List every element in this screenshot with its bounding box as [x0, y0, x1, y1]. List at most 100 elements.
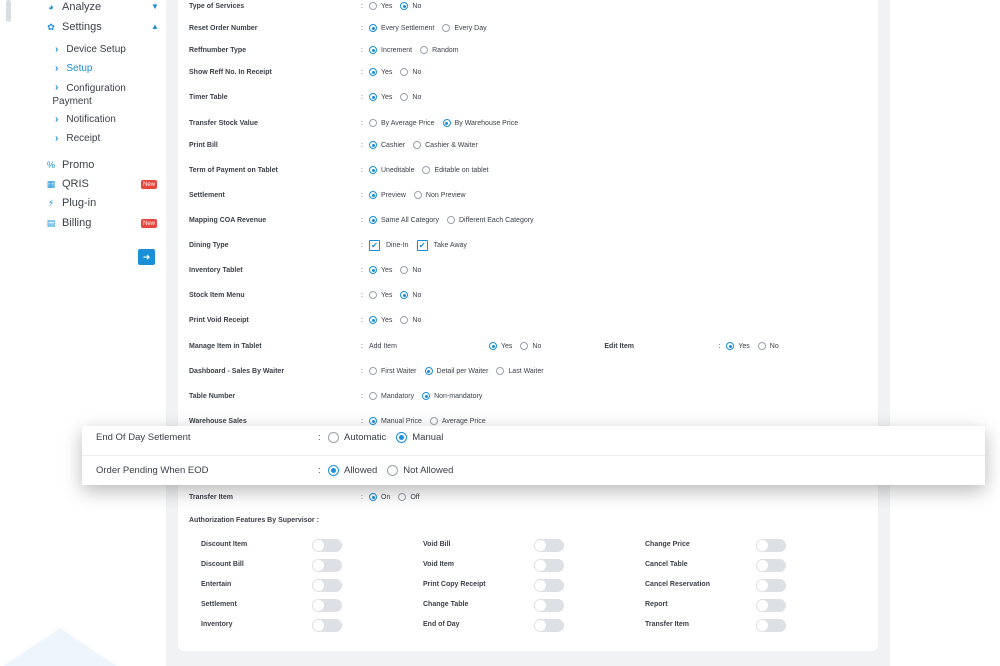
setting-option[interactable]: Yes: [369, 68, 392, 76]
auth-feature-toggle[interactable]: [534, 599, 564, 612]
auth-feature-toggle[interactable]: [534, 539, 564, 552]
dining-type-checkbox[interactable]: ✔ Take Away: [416, 239, 467, 251]
radio-selected[interactable]: [369, 316, 377, 324]
sidebar-scrollbar[interactable]: [6, 0, 11, 22]
collapse-sidebar-button[interactable]: ➜: [138, 249, 155, 265]
radio[interactable]: [420, 46, 429, 54]
setting-option[interactable]: Every Day: [442, 24, 487, 32]
eod-automatic-option[interactable]: Automatic: [328, 431, 386, 443]
auth-feature-toggle[interactable]: [756, 619, 786, 632]
sidebar-sub-device-setup[interactable]: › Device Setup: [55, 44, 126, 56]
sidebar-item-analyze[interactable]: ◕ Analyze: [46, 0, 101, 16]
radio[interactable]: [442, 24, 451, 32]
sidebar-sub-setup[interactable]: › Setup: [55, 63, 92, 75]
auth-feature-toggle[interactable]: [534, 579, 564, 592]
auth-feature-toggle[interactable]: [756, 559, 786, 572]
setting-option[interactable]: Yes: [369, 2, 392, 10]
radio[interactable]: [400, 93, 409, 101]
check-icon[interactable]: ✔: [369, 239, 380, 251]
radio-selected[interactable]: [422, 392, 431, 400]
radio[interactable]: [369, 119, 377, 127]
setting-option[interactable]: No: [400, 93, 421, 101]
radio-selected[interactable]: [369, 93, 377, 101]
radio-selected[interactable]: [369, 141, 377, 149]
auth-feature-toggle[interactable]: [756, 599, 786, 612]
radio[interactable]: [400, 68, 409, 76]
radio-selected[interactable]: [396, 431, 408, 443]
setting-option[interactable]: Uneditable: [369, 166, 414, 174]
radio[interactable]: [369, 367, 377, 375]
radio-selected[interactable]: [442, 119, 451, 127]
radio[interactable]: [400, 266, 409, 274]
setting-option[interactable]: Yes: [369, 291, 392, 299]
setting-option[interactable]: Non-mandatory: [422, 392, 482, 400]
dining-type-checkbox[interactable]: ✔ Dine-In: [369, 239, 409, 251]
setting-option[interactable]: Average Price: [429, 417, 486, 425]
setting-option[interactable]: Yes: [369, 266, 392, 274]
radio[interactable]: [328, 431, 339, 443]
auth-feature-toggle[interactable]: [534, 559, 564, 572]
auth-feature-toggle[interactable]: [312, 599, 342, 612]
radio-selected[interactable]: [424, 367, 433, 375]
radio[interactable]: [400, 316, 409, 324]
radio-selected[interactable]: [369, 216, 377, 224]
auth-feature-toggle[interactable]: [756, 579, 786, 592]
sidebar-sub-configuration-payment[interactable]: › Configuration Payment: [52, 82, 125, 108]
setting-option[interactable]: Random: [420, 46, 459, 54]
edit-item-yes[interactable]: Yes: [726, 342, 750, 350]
setting-option[interactable]: Non Preview: [413, 191, 466, 199]
auth-feature-toggle[interactable]: [312, 539, 342, 552]
setting-option[interactable]: Cashier & Waiter: [413, 141, 478, 149]
pending-allowed-option[interactable]: Allowed: [328, 464, 377, 476]
radio[interactable]: [369, 392, 377, 400]
sidebar-item-promo[interactable]: % Promo: [46, 156, 94, 174]
radio-selected[interactable]: [369, 166, 377, 174]
radio[interactable]: [422, 166, 431, 174]
radio-selected[interactable]: [369, 266, 377, 274]
radio-selected[interactable]: [328, 464, 339, 476]
eod-manual-option[interactable]: Manual: [396, 431, 443, 443]
add-item-yes[interactable]: Yes: [489, 342, 512, 350]
radio[interactable]: [387, 464, 399, 476]
auth-feature-toggle[interactable]: [312, 579, 342, 592]
auth-feature-toggle[interactable]: [756, 539, 786, 552]
setting-option[interactable]: Mandatory: [369, 392, 414, 400]
sidebar-item-billing[interactable]: ▤ Billing: [46, 214, 92, 232]
radio[interactable]: [413, 191, 422, 199]
setting-option[interactable]: First Waiter: [369, 367, 417, 375]
setting-option[interactable]: Editable on tablet: [422, 166, 489, 174]
sidebar-sub-notification[interactable]: › Notification: [55, 114, 116, 126]
radio[interactable]: [398, 493, 407, 501]
sidebar-item-qris[interactable]: ▦ QRIS: [46, 175, 89, 193]
auth-feature-toggle[interactable]: [534, 619, 564, 632]
chevron-up-icon[interactable]: ▲: [151, 22, 159, 31]
setting-option[interactable]: Yes: [369, 316, 392, 324]
setting-option[interactable]: Cashier: [369, 141, 405, 149]
radio-selected[interactable]: [369, 24, 377, 32]
setting-option[interactable]: No: [400, 68, 421, 76]
radio[interactable]: [413, 141, 422, 149]
radio-selected[interactable]: [726, 342, 735, 350]
radio-selected[interactable]: [369, 68, 377, 76]
chevron-down-icon[interactable]: ▼: [151, 2, 159, 11]
setting-option[interactable]: Last Waiter: [496, 367, 544, 375]
setting-option[interactable]: Increment: [369, 46, 412, 54]
setting-option[interactable]: Yes: [369, 93, 392, 101]
radio-selected[interactable]: [369, 46, 377, 54]
sidebar-sub-receipt[interactable]: › Receipt: [55, 133, 100, 145]
setting-option[interactable]: Every Settlement: [369, 24, 434, 32]
radio-selected[interactable]: [489, 342, 497, 350]
radio-selected[interactable]: [369, 191, 377, 199]
setting-option[interactable]: No: [400, 316, 421, 324]
auth-feature-toggle[interactable]: [312, 619, 342, 632]
check-icon[interactable]: ✔: [416, 239, 428, 251]
add-item-no[interactable]: No: [520, 342, 541, 350]
setting-option[interactable]: No: [400, 266, 421, 274]
pending-not-allowed-option[interactable]: Not Allowed: [387, 464, 453, 476]
setting-option[interactable]: By Average Price: [369, 119, 435, 127]
radio-selected[interactable]: [400, 2, 409, 10]
setting-option[interactable]: No: [400, 291, 421, 299]
radio-selected[interactable]: [369, 493, 377, 501]
setting-option[interactable]: Different Each Category: [446, 216, 534, 224]
setting-option[interactable]: Off: [398, 493, 420, 501]
